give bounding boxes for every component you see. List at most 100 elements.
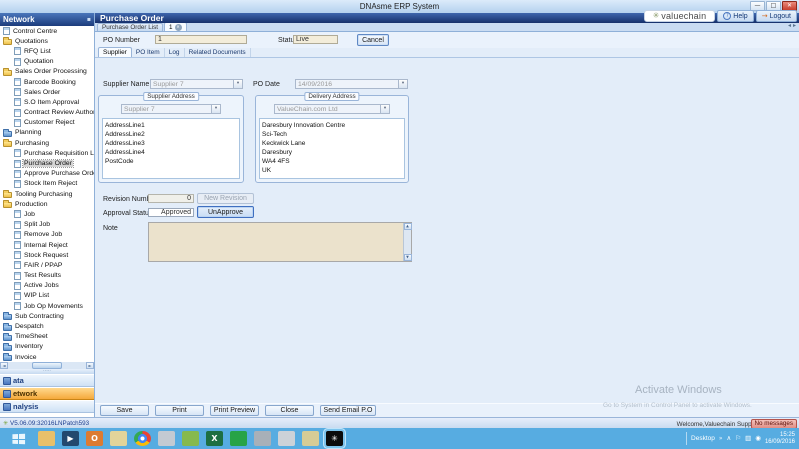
- help-icon: ?: [723, 12, 731, 20]
- tree-item[interactable]: WIP List: [0, 291, 94, 301]
- tree-item[interactable]: TimeSheet: [0, 332, 94, 342]
- brand-leaf-icon: ✳: [653, 12, 660, 20]
- tree-item-icon: [14, 88, 21, 96]
- subtab-po-item[interactable]: PO Item: [132, 48, 165, 57]
- tree-item[interactable]: Stock Request: [0, 250, 94, 260]
- chevron-down-icon: ▾: [398, 80, 407, 88]
- tree-item[interactable]: Sales Order: [0, 87, 94, 97]
- tree-item[interactable]: Remove Job: [0, 230, 94, 240]
- address-line: WA4 4FS: [262, 157, 402, 166]
- taskbar-clock[interactable]: 15:25 16/09/2016: [765, 432, 795, 446]
- skype-icon[interactable]: [182, 431, 199, 446]
- address-line: Daresbury Innovation Centre: [262, 121, 402, 130]
- tree-item-icon: [3, 355, 12, 361]
- chrome-icon[interactable]: [134, 431, 151, 446]
- logout-button[interactable]: → Logout: [756, 10, 797, 22]
- tree-item[interactable]: Approve Purchase Order: [0, 169, 94, 179]
- tree-item[interactable]: Customer Reject: [0, 118, 94, 128]
- subtab-supplier[interactable]: Supplier: [98, 47, 132, 57]
- tray-alert-icon[interactable]: ◉: [755, 435, 761, 442]
- tree-item[interactable]: Purchase Requisition List: [0, 148, 94, 158]
- app-gray-icon[interactable]: [158, 431, 175, 446]
- paint-icon[interactable]: [278, 431, 295, 446]
- save-button[interactable]: Save: [100, 405, 149, 416]
- scroll-right-icon[interactable]: ►: [86, 362, 94, 369]
- sidebar-panel-data[interactable]: ata: [0, 374, 94, 387]
- tree-item[interactable]: Barcode Booking: [0, 77, 94, 87]
- scroll-left-icon[interactable]: ◄: [0, 362, 8, 369]
- tree-item[interactable]: Split Job: [0, 220, 94, 230]
- tree-item[interactable]: Control Centre: [0, 26, 94, 36]
- file-explorer-icon[interactable]: [38, 431, 55, 446]
- delivery-address-list[interactable]: Daresbury Innovation CentreSci-TechKeckw…: [259, 118, 405, 179]
- tray-expand-icon[interactable]: ∧: [727, 435, 732, 442]
- tree-item[interactable]: Job: [0, 209, 94, 219]
- tree-item[interactable]: FAIR / PPAP: [0, 260, 94, 270]
- key-icon[interactable]: [302, 431, 319, 446]
- tab-nav-right-icon[interactable]: ▸: [793, 23, 796, 29]
- unapprove-button[interactable]: UnApprove: [197, 206, 254, 218]
- app-arrow-icon[interactable]: ▶: [62, 431, 79, 446]
- app-silver-icon[interactable]: [254, 431, 271, 446]
- help-button[interactable]: ? Help: [717, 10, 753, 22]
- app-green-icon[interactable]: [230, 431, 247, 446]
- sidebar-panel-network[interactable]: etwork: [0, 387, 94, 400]
- tree-item[interactable]: Invoice: [0, 352, 94, 362]
- valuechain-logo: ✳ valuechain: [644, 10, 716, 22]
- navigation-tree: Control Centre Quotations RFQ List Quota…: [0, 26, 94, 362]
- tree-item[interactable]: Stock Item Reject: [0, 179, 94, 189]
- tree-item-icon: [14, 109, 21, 117]
- tree-item[interactable]: Test Results: [0, 271, 94, 281]
- tree-item-icon: [3, 192, 12, 198]
- tree-item[interactable]: Tooling Purchasing: [0, 189, 94, 199]
- desktop-toolbar-button[interactable]: Desktop: [691, 435, 715, 442]
- pin-icon[interactable]: ▪: [87, 16, 91, 23]
- tree-item-icon: [14, 170, 21, 178]
- tree-item[interactable]: Active Jobs: [0, 281, 94, 291]
- po-date-select: 14/09/2016 ▾: [295, 79, 408, 89]
- tab-nav: ◂ ▸: [788, 23, 799, 31]
- tree-item[interactable]: Planning: [0, 128, 94, 138]
- sticky-notes-icon[interactable]: [110, 431, 127, 446]
- tree-item[interactable]: Purchase Order: [0, 158, 94, 168]
- tree-item[interactable]: Sales Order Processing: [0, 67, 94, 77]
- print-preview-button[interactable]: Print Preview: [210, 405, 259, 416]
- tree-item[interactable]: Quotations: [0, 36, 94, 46]
- cancel-button[interactable]: Cancel: [357, 34, 389, 46]
- tray-flag-icon[interactable]: ⚐: [735, 435, 741, 442]
- tree-item[interactable]: Production: [0, 199, 94, 209]
- tree-item[interactable]: Inventory: [0, 342, 94, 352]
- tree-item[interactable]: Internal Reject: [0, 240, 94, 250]
- tree-item[interactable]: Sub Contracting: [0, 311, 94, 321]
- dnasme-icon[interactable]: ✳: [326, 431, 343, 446]
- subtab-log[interactable]: Log: [165, 48, 185, 57]
- tree-item[interactable]: Despatch: [0, 321, 94, 331]
- excel-icon[interactable]: X: [206, 431, 223, 446]
- address-line: AddressLine2: [105, 130, 237, 139]
- tray-display-icon[interactable]: ▥: [745, 435, 751, 442]
- tab-purchase-order-list[interactable]: Purchase Order List ✕: [97, 23, 163, 31]
- tree-item[interactable]: Contract Review Authorisation: [0, 108, 94, 118]
- tree-item[interactable]: Quotation: [0, 57, 94, 67]
- note-textarea[interactable]: ▲ ▼: [148, 222, 412, 262]
- supplier-address-list[interactable]: AddressLine1AddressLine2AddressLine3Addr…: [102, 118, 240, 179]
- tree-item[interactable]: RFQ List: [0, 46, 94, 56]
- close-button[interactable]: Close: [265, 405, 314, 416]
- tab-close-icon[interactable]: ✕: [175, 24, 182, 31]
- tab-nav-left-icon[interactable]: ◂: [788, 23, 791, 29]
- outlook-icon[interactable]: O: [86, 431, 103, 446]
- tree-item[interactable]: S.O Item Approval: [0, 97, 94, 107]
- subtab-related-documents[interactable]: Related Documents: [185, 48, 251, 57]
- chevron-right-icon[interactable]: »: [719, 435, 723, 442]
- start-button[interactable]: [0, 428, 36, 449]
- sidebar-title: Network: [3, 15, 35, 24]
- scroll-up-icon[interactable]: ▲: [404, 223, 412, 230]
- tab-po-1[interactable]: 1 ✕: [164, 22, 187, 31]
- send-email-po-button[interactable]: Send Email P.O: [320, 405, 376, 416]
- sidebar-panel-analysis[interactable]: nalysis: [0, 400, 94, 413]
- print-button[interactable]: Print: [155, 405, 204, 416]
- note-scrollbar[interactable]: ▲ ▼: [403, 223, 411, 261]
- scroll-down-icon[interactable]: ▼: [404, 254, 412, 261]
- tree-item[interactable]: Job Op Movements: [0, 301, 94, 311]
- tree-item[interactable]: Purchasing: [0, 138, 94, 148]
